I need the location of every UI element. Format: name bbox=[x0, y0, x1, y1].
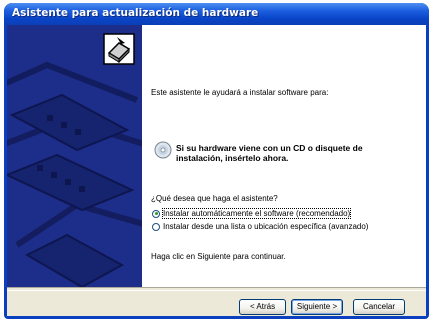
question-text: ¿Qué desea que haga el asistente? bbox=[151, 194, 278, 203]
title-bar[interactable]: Asistente para actualización de hardware bbox=[4, 3, 429, 25]
hardware-wizard-icon bbox=[103, 33, 135, 65]
wizard-content: Este asistente le ayudará a instalar sof… bbox=[142, 25, 426, 287]
radio-list-install[interactable] bbox=[152, 222, 160, 231]
radio-auto-install[interactable] bbox=[152, 209, 160, 218]
option-auto-install-label[interactable]: Instalar automáticamente el software (re… bbox=[161, 208, 352, 219]
back-button[interactable]: < Atrás bbox=[239, 299, 286, 315]
footer-separator bbox=[7, 287, 426, 291]
wizard-side-panel bbox=[7, 25, 142, 287]
window-title: Asistente para actualización de hardware bbox=[12, 7, 259, 19]
option-list-install[interactable]: Instalar desde una lista o ubicación esp… bbox=[152, 222, 368, 231]
cd-message-line1: Si su hardware viene con un CD o disquet… bbox=[176, 143, 363, 153]
option-list-install-label[interactable]: Instalar desde una lista o ubicación esp… bbox=[163, 222, 368, 231]
intro-text: Este asistente le ayudará a instalar sof… bbox=[151, 88, 329, 97]
cancel-button[interactable]: Cancelar bbox=[353, 299, 405, 315]
cd-message: Si su hardware viene con un CD o disquet… bbox=[176, 143, 363, 163]
cd-message-line2: instalación, insértelo ahora. bbox=[176, 153, 289, 163]
wizard-client-area: Este asistente le ayudará a instalar sof… bbox=[7, 25, 426, 316]
next-button[interactable]: Siguiente > bbox=[291, 299, 343, 315]
wizard-window: Asistente para actualización de hardware bbox=[4, 3, 429, 319]
cd-icon bbox=[154, 141, 172, 159]
option-auto-install[interactable]: Instalar automáticamente el software (re… bbox=[152, 208, 352, 219]
continue-hint: Haga clic en Siguiente para continuar. bbox=[151, 252, 286, 261]
